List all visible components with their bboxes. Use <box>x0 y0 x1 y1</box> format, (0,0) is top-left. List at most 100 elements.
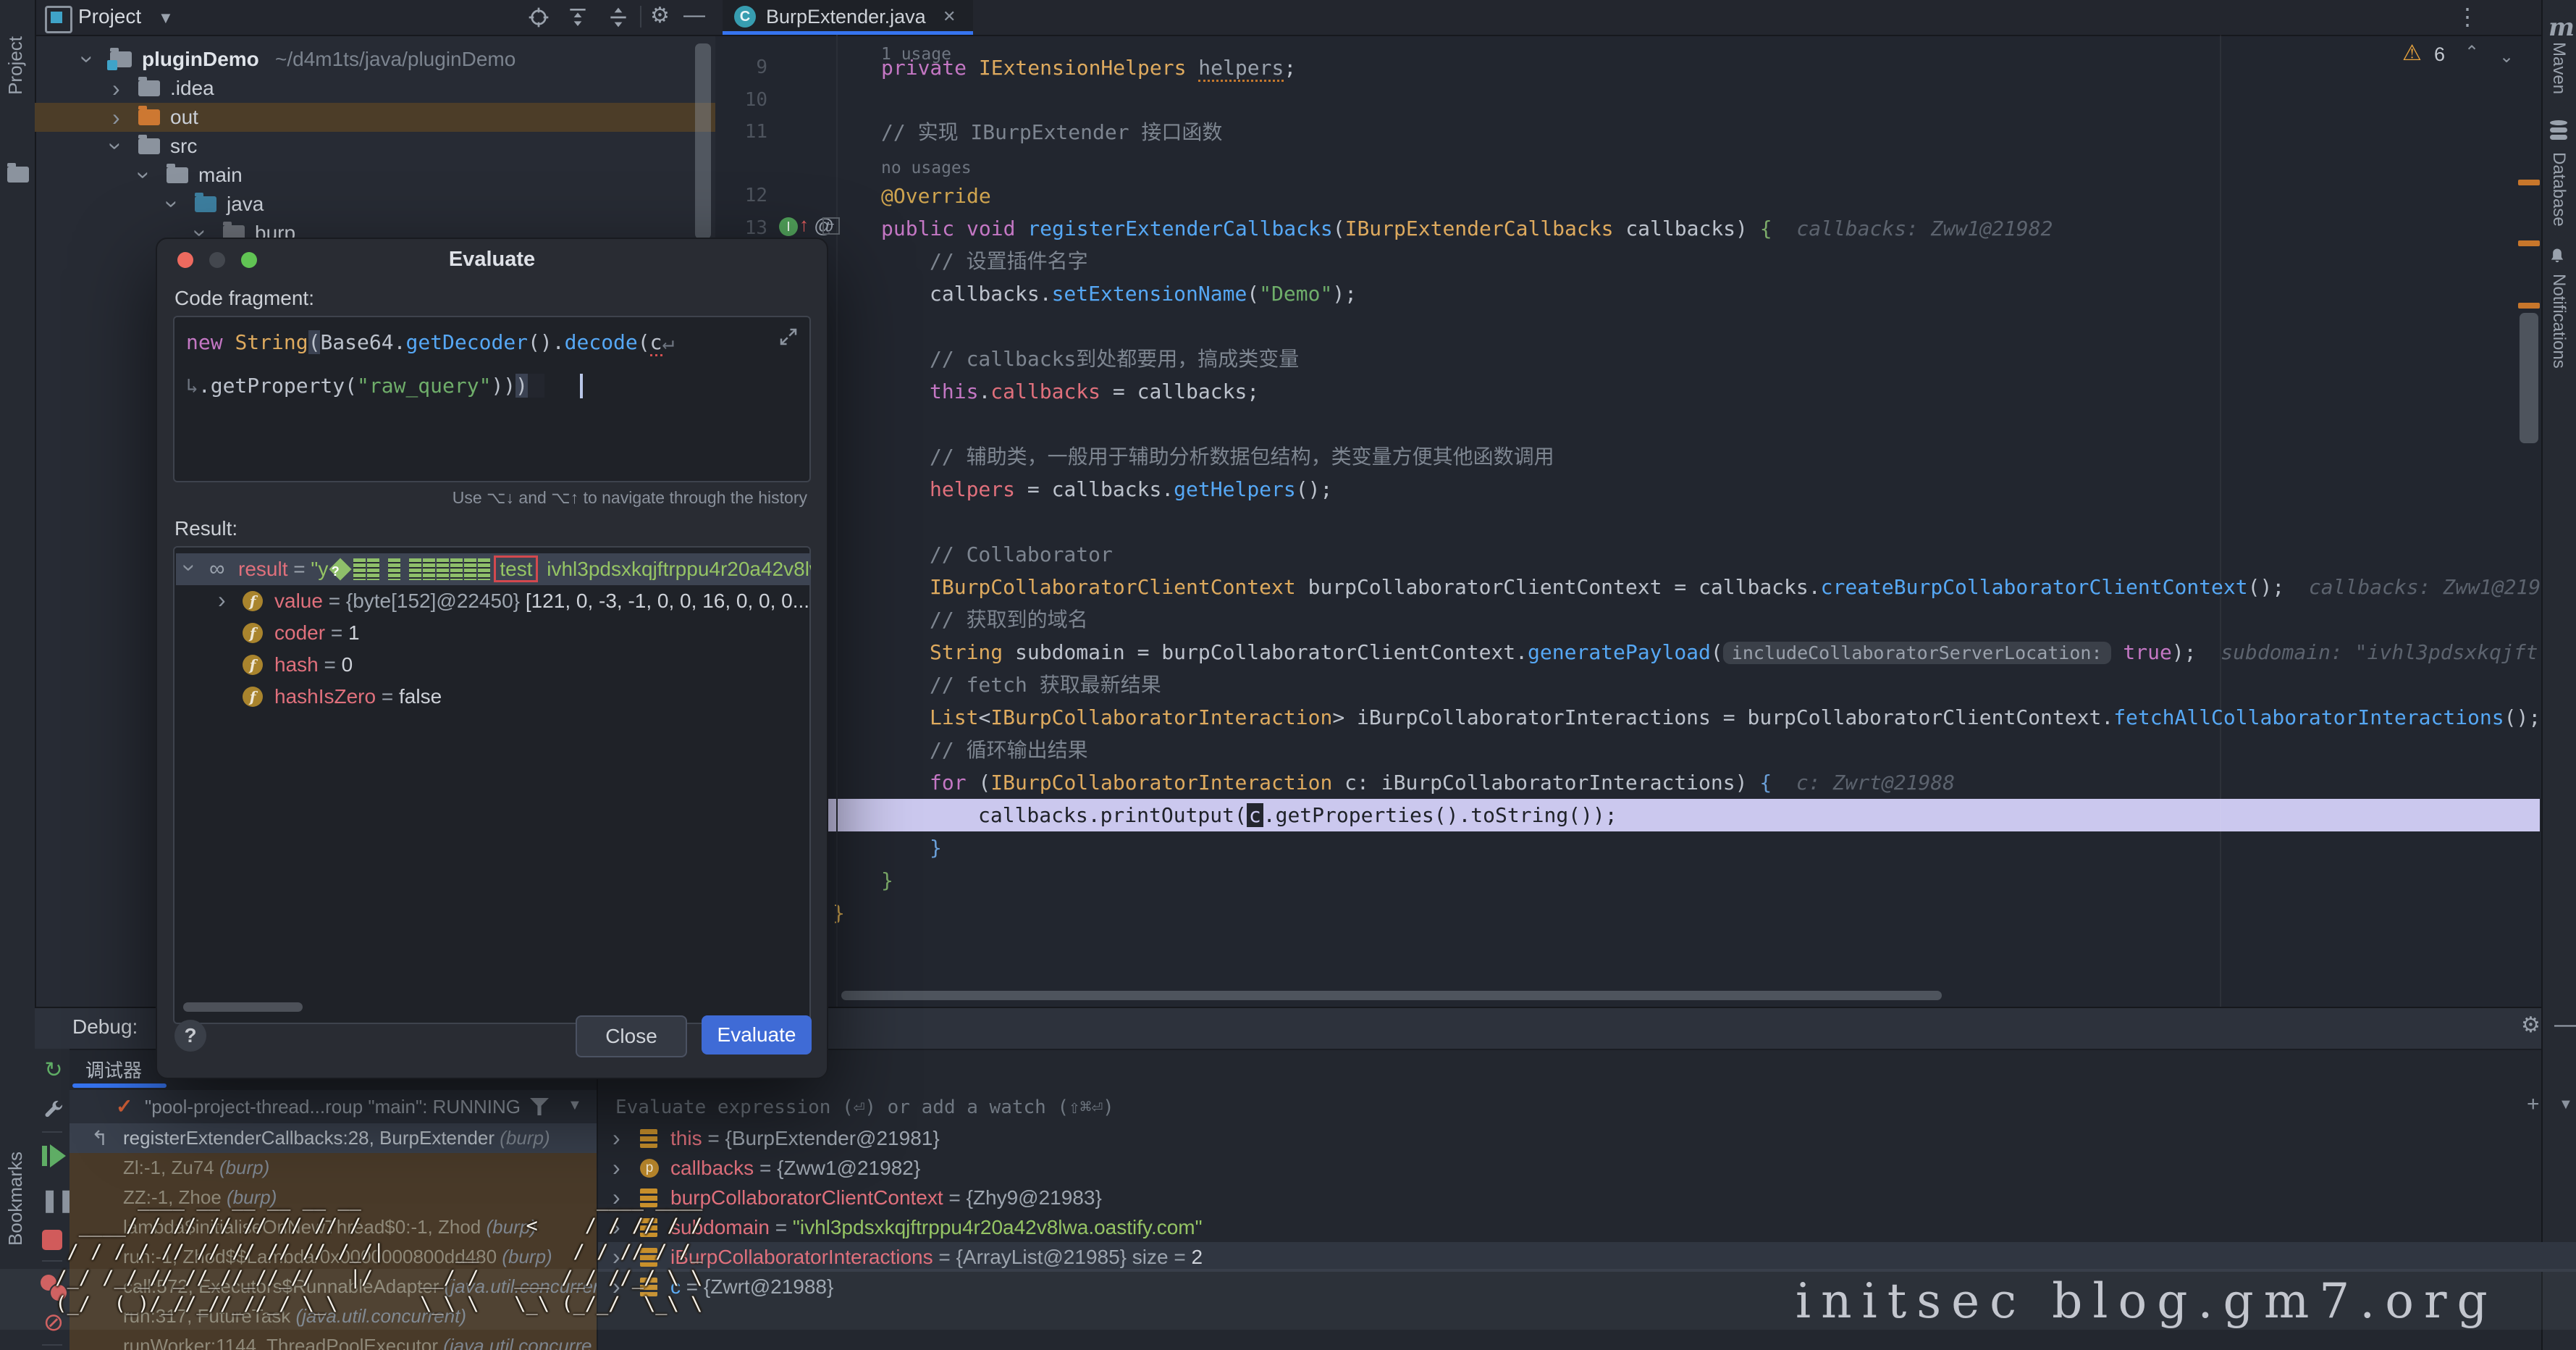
stack-frame[interactable]: ↰registerExtenderCallbacks:28, BurpExten… <box>70 1123 597 1153</box>
chevron-down-icon[interactable]: › <box>176 564 204 572</box>
maven-icon[interactable]: m <box>2548 13 2575 42</box>
project-tool-icon[interactable] <box>7 167 29 183</box>
expand-editor-icon[interactable] <box>778 326 799 348</box>
dialog-code-line[interactable]: ↳.getProperty("raw_query"))) <box>186 369 544 402</box>
rerun-icon[interactable]: ↻ <box>41 1057 67 1083</box>
tree-item-src[interactable]: ›src <box>35 132 715 161</box>
warning-count[interactable]: 6 <box>2434 43 2445 66</box>
variable-row[interactable]: ›burpCollaboratorClientContext = {Zhy9@2… <box>598 1183 2576 1212</box>
code-line[interactable]: private IExtensionHelpers helpers; <box>881 51 1296 84</box>
tab-debugger[interactable]: 调试器 <box>85 1056 142 1083</box>
tree-item-out[interactable]: ›out <box>35 103 715 132</box>
dialog-code-line[interactable]: new String(Base64.getDecoder().decode(c↵ <box>186 326 674 359</box>
thread-dropdown-icon[interactable]: ▼ <box>568 1097 582 1114</box>
evaluate-button[interactable]: Evaluate <box>702 1015 812 1055</box>
tool-window-label-database[interactable]: Database <box>2548 152 2569 227</box>
result-row[interactable]: ›∞result = "y?test ivhl3pdsxkqjftrppu4r2… <box>176 553 811 585</box>
result-scrollbar[interactable] <box>183 1002 303 1012</box>
debug-settings-gear-icon[interactable]: ⚙ <box>2521 1012 2541 1038</box>
chevron-right-icon[interactable]: › <box>613 1153 620 1182</box>
chevron-right-icon[interactable]: › <box>112 74 120 103</box>
stripe-warning-mark[interactable] <box>2518 240 2540 246</box>
code-line[interactable]: // callbacks到处都要用，搞成类变量 <box>930 343 1299 375</box>
chevron-down-icon[interactable]: › <box>186 230 215 238</box>
help-button[interactable]: ? <box>174 1020 206 1052</box>
tree-item-java[interactable]: ›java <box>35 190 715 219</box>
chevron-down-icon[interactable]: › <box>158 201 187 209</box>
thread-filter-icon[interactable] <box>530 1098 549 1115</box>
warning-triangle-icon[interactable]: ⚠ <box>2402 41 2422 66</box>
chevron-right-icon[interactable]: › <box>218 585 226 614</box>
stack-frame[interactable]: Zl:-1, Zu74 (burp) <box>70 1153 597 1183</box>
result-row[interactable]: fhash = 0 <box>176 649 811 681</box>
tool-window-label-project[interactable]: Project <box>4 36 27 95</box>
stripe-warning-mark[interactable] <box>2518 180 2540 185</box>
close-button[interactable]: Close <box>576 1015 687 1057</box>
project-view-title[interactable]: Project <box>78 5 141 28</box>
code-fragment-input[interactable]: new String(Base64.getDecoder().decode(c↵… <box>173 316 811 482</box>
project-view-dropdown-icon[interactable]: ▼ <box>158 9 174 28</box>
tool-window-label-notifications[interactable]: Notifications <box>2548 274 2569 369</box>
tree-item-main[interactable]: ›main <box>35 161 715 190</box>
chevron-right-icon[interactable]: › <box>613 1123 620 1152</box>
resume-icon[interactable] <box>50 1144 66 1167</box>
watch-options-icon[interactable]: ▼ <box>2559 1097 2573 1113</box>
tab-label[interactable]: BurpExtender.java <box>766 6 926 28</box>
editor-vertical-scrollbar[interactable] <box>2520 313 2538 443</box>
tool-window-label-maven[interactable]: Maven <box>2548 42 2569 94</box>
collapse-all-icon[interactable] <box>607 6 630 29</box>
fold-marker-icon[interactable]: − <box>822 217 840 235</box>
code-line[interactable]: no usages <box>881 150 972 183</box>
database-icon[interactable] <box>2550 120 2567 140</box>
tool-window-label-bookmarks[interactable]: Bookmarks <box>4 1152 27 1246</box>
code-line[interactable]: // 获取到的域名 <box>930 603 1088 636</box>
code-line[interactable]: // fetch 获取最新结果 <box>930 668 1161 701</box>
watch-input[interactable]: Evaluate expression (⏎) or add a watch (… <box>615 1097 1114 1118</box>
wrench-icon[interactable] <box>42 1098 65 1121</box>
code-line[interactable]: this.callbacks = callbacks; <box>930 375 1259 408</box>
result-tree[interactable]: ›∞result = "y?test ivhl3pdsxkqjftrppu4r2… <box>173 546 811 1024</box>
chevron-down-icon[interactable]: › <box>73 56 102 64</box>
prev-warning-icon[interactable]: ⌃ <box>2465 42 2479 63</box>
project-settings-gear-icon[interactable]: ⚙ <box>650 3 670 28</box>
stripe-warning-mark[interactable] <box>2518 303 2540 309</box>
add-watch-icon[interactable]: + <box>2527 1092 2540 1117</box>
code-line[interactable]: @Override <box>881 180 991 212</box>
variable-row[interactable]: ›pcallbacks = {Zww1@21982} <box>598 1153 2576 1183</box>
debug-hide-icon[interactable]: — <box>2554 1012 2576 1037</box>
editor-horizontal-scrollbar[interactable] <box>841 991 1942 1000</box>
locate-file-icon[interactable] <box>527 6 550 29</box>
tree-item-pluginDemo[interactable]: ›pluginDemo ~/d4m1ts/java/pluginDemo <box>35 45 715 74</box>
result-row[interactable]: ›fvalue = {byte[152]@22450} [121, 0, -3,… <box>176 585 811 617</box>
code-line[interactable]: // 实现 IBurpExtender 接口函数 <box>881 116 1222 148</box>
next-warning-icon[interactable]: ⌄ <box>2499 46 2514 67</box>
result-row[interactable]: fhashIsZero = false <box>176 681 811 713</box>
variable-row[interactable]: ›this = {BurpExtender@21981} <box>598 1123 2576 1153</box>
tree-item-idea[interactable]: ›.idea <box>35 74 715 103</box>
editor-kebab-menu-icon[interactable]: ⋮ <box>2456 3 2479 30</box>
hide-panel-icon[interactable]: — <box>683 3 705 28</box>
override-arrow-icon[interactable]: ↑ <box>799 214 809 236</box>
code-line[interactable]: // 辅助类，一般用于辅助分析数据包结构，类变量方便其他函数调用 <box>930 440 1554 473</box>
code-line[interactable]: } <box>881 864 893 897</box>
code-line[interactable]: } <box>833 897 845 929</box>
project-tree-scrollbar[interactable] <box>695 43 711 239</box>
thread-selector[interactable]: ✓ "pool-project-thread...roup "main": RU… <box>70 1090 597 1123</box>
code-line[interactable]: callbacks.setExtensionName("Demo"); <box>930 277 1357 310</box>
code-line[interactable]: IBurpCollaboratorClientContext burpColla… <box>930 571 2540 603</box>
code-line[interactable]: // 循环输出结果 <box>930 734 1088 766</box>
code-line[interactable]: // Collaborator <box>930 538 1113 571</box>
code-line-current[interactable]: callbacks.printOutput(c.getProperties().… <box>978 799 1617 831</box>
code-line[interactable]: // 设置插件名字 <box>930 245 1088 277</box>
code-line[interactable]: String subdomain = burpCollaboratorClien… <box>930 636 2540 668</box>
chevron-right-icon[interactable]: › <box>112 103 120 132</box>
code-line[interactable]: helpers = callbacks.getHelpers(); <box>930 473 1332 506</box>
variable-row[interactable]: ›subdomain = "ivhl3pdsxkqjftrppu4r20a42v… <box>598 1212 2576 1242</box>
implements-marker-icon[interactable]: I <box>779 217 798 236</box>
stack-frame[interactable]: runWorker:1144, ThreadPoolExecutor (java… <box>70 1331 597 1350</box>
variable-row[interactable]: ›iBurpCollaboratorInteractions = {ArrayL… <box>598 1242 2576 1272</box>
notifications-bell-icon[interactable] <box>2547 246 2567 267</box>
result-row[interactable]: fcoder = 1 <box>176 617 811 649</box>
code-line[interactable]: public void registerExtenderCallbacks(IB… <box>881 212 2053 245</box>
code-line[interactable]: } <box>930 831 942 864</box>
